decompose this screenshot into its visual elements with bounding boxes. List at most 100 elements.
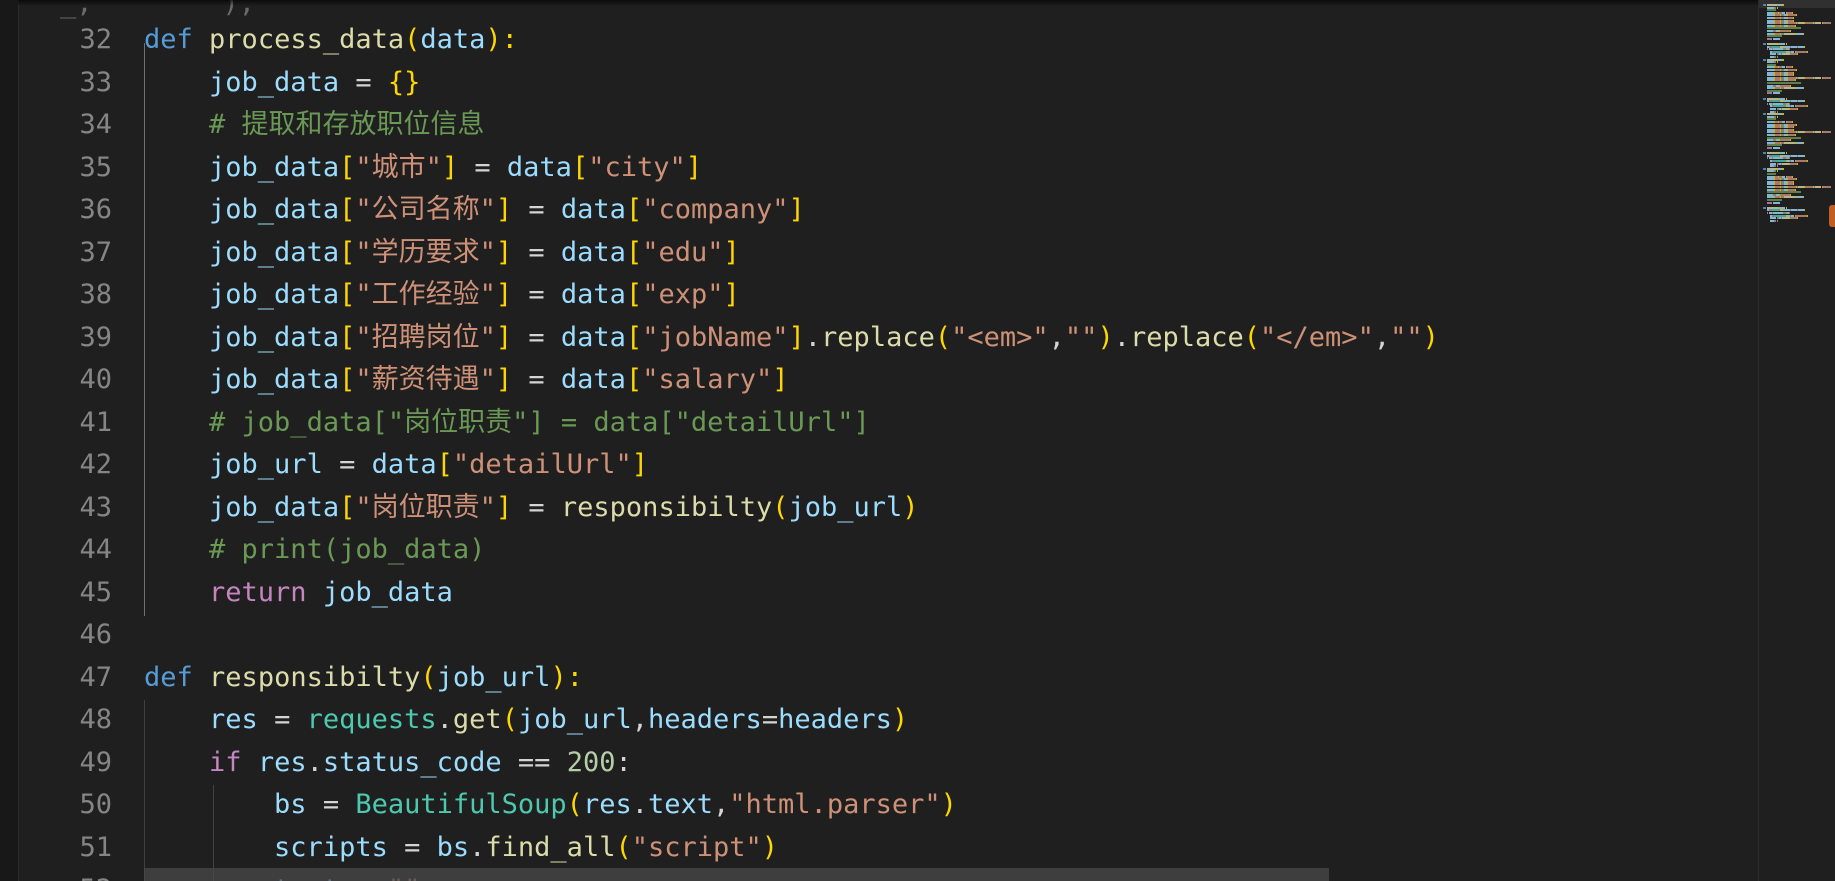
code-token: "岗位职责" bbox=[355, 491, 496, 523]
line-number: 41 bbox=[79, 406, 112, 438]
line-number: 43 bbox=[79, 491, 112, 523]
code-token: ] bbox=[685, 151, 703, 183]
code-line[interactable]: job_data = {} bbox=[144, 62, 420, 105]
code-line[interactable]: job_data["工作经验"] = data["exp"] bbox=[144, 274, 740, 317]
code-token: bs bbox=[436, 831, 470, 863]
code-token: . bbox=[469, 831, 486, 863]
line-number: 44 bbox=[79, 534, 112, 565]
code-line[interactable]: job_data["城市"] = data["city"] bbox=[144, 147, 702, 190]
code-line[interactable]: scripts = bs.find_all("script") bbox=[144, 827, 778, 870]
code-token: res bbox=[257, 746, 307, 778]
code-token: == bbox=[501, 746, 567, 778]
minimap-token bbox=[1807, 214, 1808, 217]
code-token: [ bbox=[625, 194, 643, 225]
minimap-token bbox=[1781, 53, 1790, 56]
code-token: ] bbox=[772, 364, 789, 395]
code-token: # job_data["岗位职责"] = data["detailUrl"] bbox=[209, 406, 870, 438]
minimap-token bbox=[1807, 160, 1808, 162]
code-token: job_data bbox=[209, 279, 340, 310]
code-area[interactable]: def process_data(data): job_data = {} # … bbox=[144, 0, 1744, 881]
code-token: BeautifulSoup bbox=[355, 789, 567, 820]
code-token: data bbox=[560, 321, 626, 353]
code-line[interactable]: if res.status_code == 200: bbox=[144, 742, 632, 785]
code-token: "</em>" bbox=[1260, 321, 1374, 353]
code-line[interactable]: return job_data bbox=[144, 572, 453, 615]
code-token: job_data bbox=[209, 236, 340, 268]
code-token: job_data bbox=[209, 321, 340, 353]
scroll-shadow bbox=[18, 0, 1758, 6]
code-token: res bbox=[582, 789, 632, 820]
code-token: ) bbox=[902, 491, 919, 523]
code-line[interactable]: # 提取和存放职位信息 bbox=[144, 104, 485, 147]
code-token: ] bbox=[495, 194, 513, 225]
code-token: ( bbox=[1243, 321, 1261, 353]
code-token: "company" bbox=[642, 194, 789, 225]
code-token: [ bbox=[339, 364, 356, 395]
code-token: = bbox=[458, 151, 507, 183]
code-token: headers bbox=[648, 704, 762, 735]
code-token: "detailUrl" bbox=[452, 449, 632, 480]
code-line[interactable]: job_data["学历要求"] = data["edu"] bbox=[144, 232, 740, 275]
code-token: ] bbox=[723, 236, 740, 268]
code-token: [ bbox=[339, 279, 356, 310]
code-token: "<em>" bbox=[951, 321, 1049, 353]
code-token: "" bbox=[1064, 321, 1098, 353]
code-token: [ bbox=[339, 194, 356, 225]
code-line[interactable]: job_data["岗位职责"] = responsibilty(job_url… bbox=[144, 487, 919, 530]
minimap-token bbox=[1807, 50, 1808, 53]
code-token: job_data bbox=[209, 151, 340, 183]
code-token: ] bbox=[788, 194, 805, 225]
minimap-token bbox=[1796, 123, 1798, 126]
code-token: = bbox=[339, 66, 388, 98]
minimap-token bbox=[1781, 113, 1784, 116]
code-token: ] bbox=[495, 321, 513, 353]
minimap-token bbox=[1829, 76, 1832, 79]
code-token: # print(job_data) bbox=[209, 534, 486, 565]
code-line[interactable]: bs = BeautifulSoup(res.text,"html.parser… bbox=[144, 784, 957, 827]
minimap-token bbox=[1772, 37, 1781, 40]
code-line[interactable]: job_data["招聘岗位"] = data["jobName"].repla… bbox=[144, 317, 1439, 360]
line-number-gutter: 32 33 34 35 36 37 38 39 40 41 42 43 44 45 46 47 48 49 50 51… bbox=[18, 0, 118, 881]
code-token: {} bbox=[387, 66, 421, 98]
code-line[interactable]: job_data["薪资待遇"] = data["salary"] bbox=[144, 359, 789, 402]
code-line[interactable]: res = requests.get(job_url,headers=heade… bbox=[144, 699, 908, 742]
code-token: ( bbox=[934, 321, 952, 353]
code-token: job_url bbox=[517, 704, 632, 735]
code-token: [ bbox=[339, 491, 356, 523]
code-token: . bbox=[804, 321, 822, 353]
code-token: , bbox=[713, 789, 730, 820]
code-token: status_code bbox=[322, 746, 502, 778]
left-edge-strip bbox=[0, 0, 19, 881]
line-number: 34 bbox=[79, 109, 112, 140]
minimap-token bbox=[1776, 115, 1779, 118]
code-token: ] bbox=[631, 449, 648, 480]
code-token: ( bbox=[420, 661, 437, 693]
code-line[interactable]: # job_data["岗位职责"] = data["detailUrl"] bbox=[144, 402, 870, 445]
code-token: "工作经验" bbox=[355, 279, 496, 310]
code-token: job_data bbox=[209, 491, 340, 523]
code-token: = bbox=[257, 704, 307, 735]
code-line[interactable]: # print(job_data) bbox=[144, 529, 485, 572]
minimap-token bbox=[1797, 53, 1799, 56]
code-line[interactable]: def responsibilty(job_url): bbox=[144, 657, 583, 700]
line-number: 47 bbox=[79, 661, 112, 693]
horizontal-scrollbar-thumb[interactable] bbox=[144, 868, 1329, 881]
code-line[interactable]: def process_data(data): bbox=[144, 19, 518, 62]
minimap[interactable] bbox=[1758, 0, 1835, 881]
code-token: res bbox=[209, 704, 258, 735]
code-line[interactable]: job_data["公司名称"] = data["company"] bbox=[144, 189, 805, 232]
minimap-token bbox=[1802, 196, 1804, 199]
line-number: 52 bbox=[22, 869, 112, 881]
code-line[interactable]: job_url = data["detailUrl"] bbox=[144, 444, 648, 487]
code-token: "salary" bbox=[642, 364, 773, 395]
code-token: "城市" bbox=[355, 151, 442, 183]
minimap-token bbox=[1783, 87, 1796, 90]
minimap-token bbox=[1766, 212, 1769, 214]
code-editor[interactable]: 32 33 34 35 36 37 38 39 40 41 42 43 44 45 46 47 48 49 50 51… bbox=[0, 0, 1835, 881]
